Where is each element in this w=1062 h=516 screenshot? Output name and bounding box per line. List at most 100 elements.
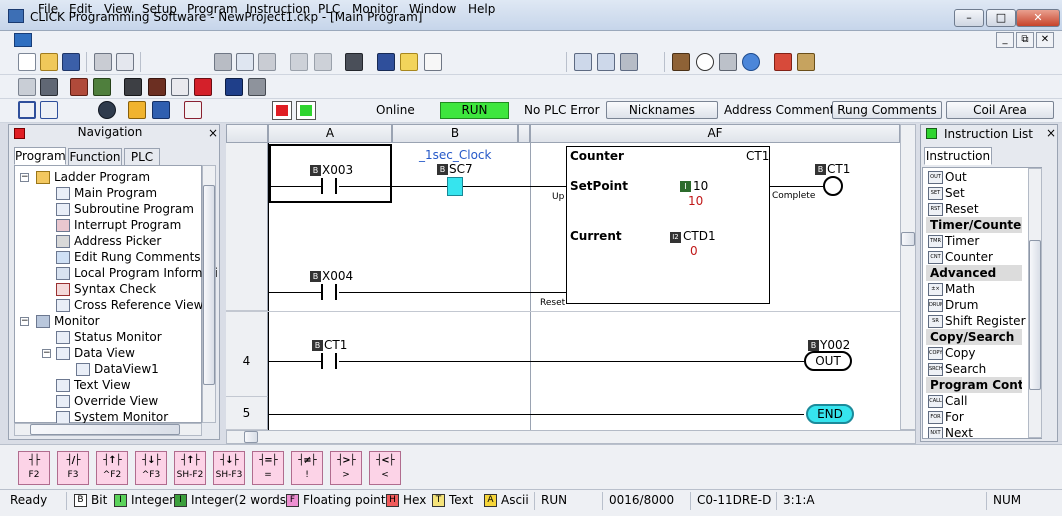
tools-icon[interactable] xyxy=(672,53,690,71)
instruction-math[interactable]: ±× Math xyxy=(928,281,975,297)
instruction-for[interactable]: FOR For xyxy=(928,409,964,425)
new-file-icon[interactable] xyxy=(18,53,36,71)
plc-stop-icon[interactable] xyxy=(171,78,189,96)
instruction-timer[interactable]: TMR Timer xyxy=(928,233,979,249)
disconnect-icon[interactable] xyxy=(40,78,58,96)
monitor-icon[interactable] xyxy=(98,101,116,119)
tree-monitor[interactable]: Monitor xyxy=(36,313,100,329)
tree-data-view[interactable]: Data View xyxy=(56,345,135,361)
tab-program[interactable]: Program xyxy=(14,147,66,165)
wrench-icon[interactable] xyxy=(719,53,737,71)
plc-read-icon[interactable] xyxy=(70,78,88,96)
plc-run-icon[interactable] xyxy=(148,78,166,96)
column-header-af[interactable]: AF xyxy=(530,124,900,143)
tree-cross-reference-view[interactable]: Cross Reference View xyxy=(56,297,203,313)
tree-syntax-check[interactable]: Syntax Check xyxy=(56,281,156,297)
fkey-nc-contact[interactable]: ┤/├ F3 xyxy=(57,451,89,485)
print-icon[interactable] xyxy=(94,53,112,71)
stop-mode-button[interactable] xyxy=(272,101,292,120)
copy-icon[interactable] xyxy=(236,53,254,71)
pointer-icon[interactable] xyxy=(424,53,442,71)
instruction-search[interactable]: SRCH Search xyxy=(928,361,986,377)
panel-pin-icon[interactable] xyxy=(926,128,937,139)
instruction-list-close-button[interactable]: × xyxy=(1046,126,1056,140)
pc-icon[interactable] xyxy=(248,78,266,96)
navigation-close-button[interactable]: × xyxy=(208,126,218,140)
tab-plc[interactable]: PLC xyxy=(124,148,160,166)
ladder-program-expander[interactable]: − xyxy=(20,173,29,182)
tree-subroutine-program[interactable]: Subroutine Program xyxy=(56,201,194,217)
zoom-out-icon[interactable] xyxy=(597,53,615,71)
paste-icon[interactable] xyxy=(258,53,276,71)
instruction-set[interactable]: SET Set xyxy=(928,185,965,201)
data-view-icon[interactable] xyxy=(40,101,58,119)
instruction-copy[interactable]: COPY Copy xyxy=(928,345,975,361)
save-icon[interactable] xyxy=(62,53,80,71)
undo-icon[interactable] xyxy=(290,53,308,71)
zoom-in-icon[interactable] xyxy=(574,53,592,71)
coil-y002-out[interactable]: OUT xyxy=(804,351,852,371)
fkey-no-contact[interactable]: ┤├ F2 xyxy=(18,451,50,485)
data-view-expander[interactable]: − xyxy=(42,349,51,358)
run-mode-button[interactable] xyxy=(296,101,316,120)
coil-ct1[interactable] xyxy=(823,176,843,196)
mdi-close-button[interactable]: ✕ xyxy=(1036,32,1054,48)
tree-text-view[interactable]: Text View xyxy=(56,377,131,393)
tree-edit-rung-comments[interactable]: Edit Rung Comments xyxy=(56,249,201,265)
fkey-compare-less[interactable]: ┤<├ < xyxy=(369,451,401,485)
tree-local-program-info[interactable]: Local Program Informati xyxy=(56,265,218,281)
app-icon[interactable] xyxy=(8,9,24,23)
contact-ct1[interactable] xyxy=(321,353,337,369)
instruction-counter[interactable]: CNT Counter xyxy=(928,249,993,265)
tree-interrupt-program[interactable]: Interrupt Program xyxy=(56,217,181,233)
counter-block[interactable] xyxy=(566,146,770,304)
navigation-hscroll-thumb[interactable] xyxy=(30,424,180,435)
plc-mode-icon[interactable] xyxy=(124,78,142,96)
tab-function[interactable]: Function xyxy=(68,148,122,166)
tree-address-picker[interactable]: Address Picker xyxy=(56,233,161,249)
checklist-icon[interactable] xyxy=(184,101,202,119)
find-icon[interactable] xyxy=(345,53,363,71)
category-advanced[interactable]: Advanced xyxy=(926,265,1022,281)
category-timer-counter[interactable]: Timer/Counter xyxy=(926,217,1022,233)
category-copy-search[interactable]: Copy/Search xyxy=(926,329,1022,345)
close-button[interactable]: ✕ xyxy=(1016,9,1060,27)
menu-edit[interactable]: Edit xyxy=(69,2,92,16)
menu-setup[interactable]: Setup xyxy=(142,2,177,16)
instruction-out[interactable]: OUT Out xyxy=(928,169,967,185)
document-icon[interactable] xyxy=(14,33,32,47)
highlighter-icon[interactable] xyxy=(400,53,418,71)
edit-icon[interactable] xyxy=(128,101,146,119)
fkey-compare-not-equal[interactable]: ┤≠├! xyxy=(291,451,323,485)
menu-window[interactable]: Window xyxy=(409,2,456,16)
mdi-minimize-button[interactable]: _ xyxy=(996,32,1014,48)
zoom-fit-icon[interactable] xyxy=(620,53,638,71)
minimize-button[interactable]: – xyxy=(954,9,984,27)
coil-area-button[interactable]: Coil Area xyxy=(946,101,1054,119)
menu-help[interactable]: Help xyxy=(468,2,495,16)
plc-write-icon[interactable] xyxy=(93,78,111,96)
print-preview-icon[interactable] xyxy=(116,53,134,71)
menu-program[interactable]: Program xyxy=(187,2,238,16)
fkey-falling[interactable]: ┤↓├ SH-F3 xyxy=(213,451,245,485)
contact-x003[interactable] xyxy=(321,178,337,194)
menu-view[interactable]: View xyxy=(104,2,132,16)
contact-sc7-active[interactable] xyxy=(447,177,463,196)
instruction-call[interactable]: CALL Call xyxy=(928,393,967,409)
override-icon[interactable] xyxy=(152,101,170,119)
column-header-a[interactable]: A xyxy=(268,124,392,143)
timer-icon[interactable] xyxy=(696,53,714,71)
menu-plc[interactable]: PLC xyxy=(318,2,340,16)
fkey-edge-down[interactable]: ┤↓├ ^F3 xyxy=(135,451,167,485)
tab-instruction[interactable]: Instruction xyxy=(924,147,992,165)
warning-icon[interactable] xyxy=(225,78,243,96)
address-comments-button[interactable]: Address Comments xyxy=(724,103,841,117)
menu-monitor[interactable]: Monitor xyxy=(352,2,398,16)
globe-icon[interactable] xyxy=(742,53,760,71)
ladder-view-icon[interactable] xyxy=(18,101,36,119)
instruction-next[interactable]: NXT Next xyxy=(928,425,973,438)
pen-icon[interactable] xyxy=(377,53,395,71)
tree-main-program[interactable]: Main Program xyxy=(56,185,157,201)
tree-override-view[interactable]: Override View xyxy=(56,393,158,409)
fkey-compare-equal[interactable]: ┤=├ = xyxy=(252,451,284,485)
